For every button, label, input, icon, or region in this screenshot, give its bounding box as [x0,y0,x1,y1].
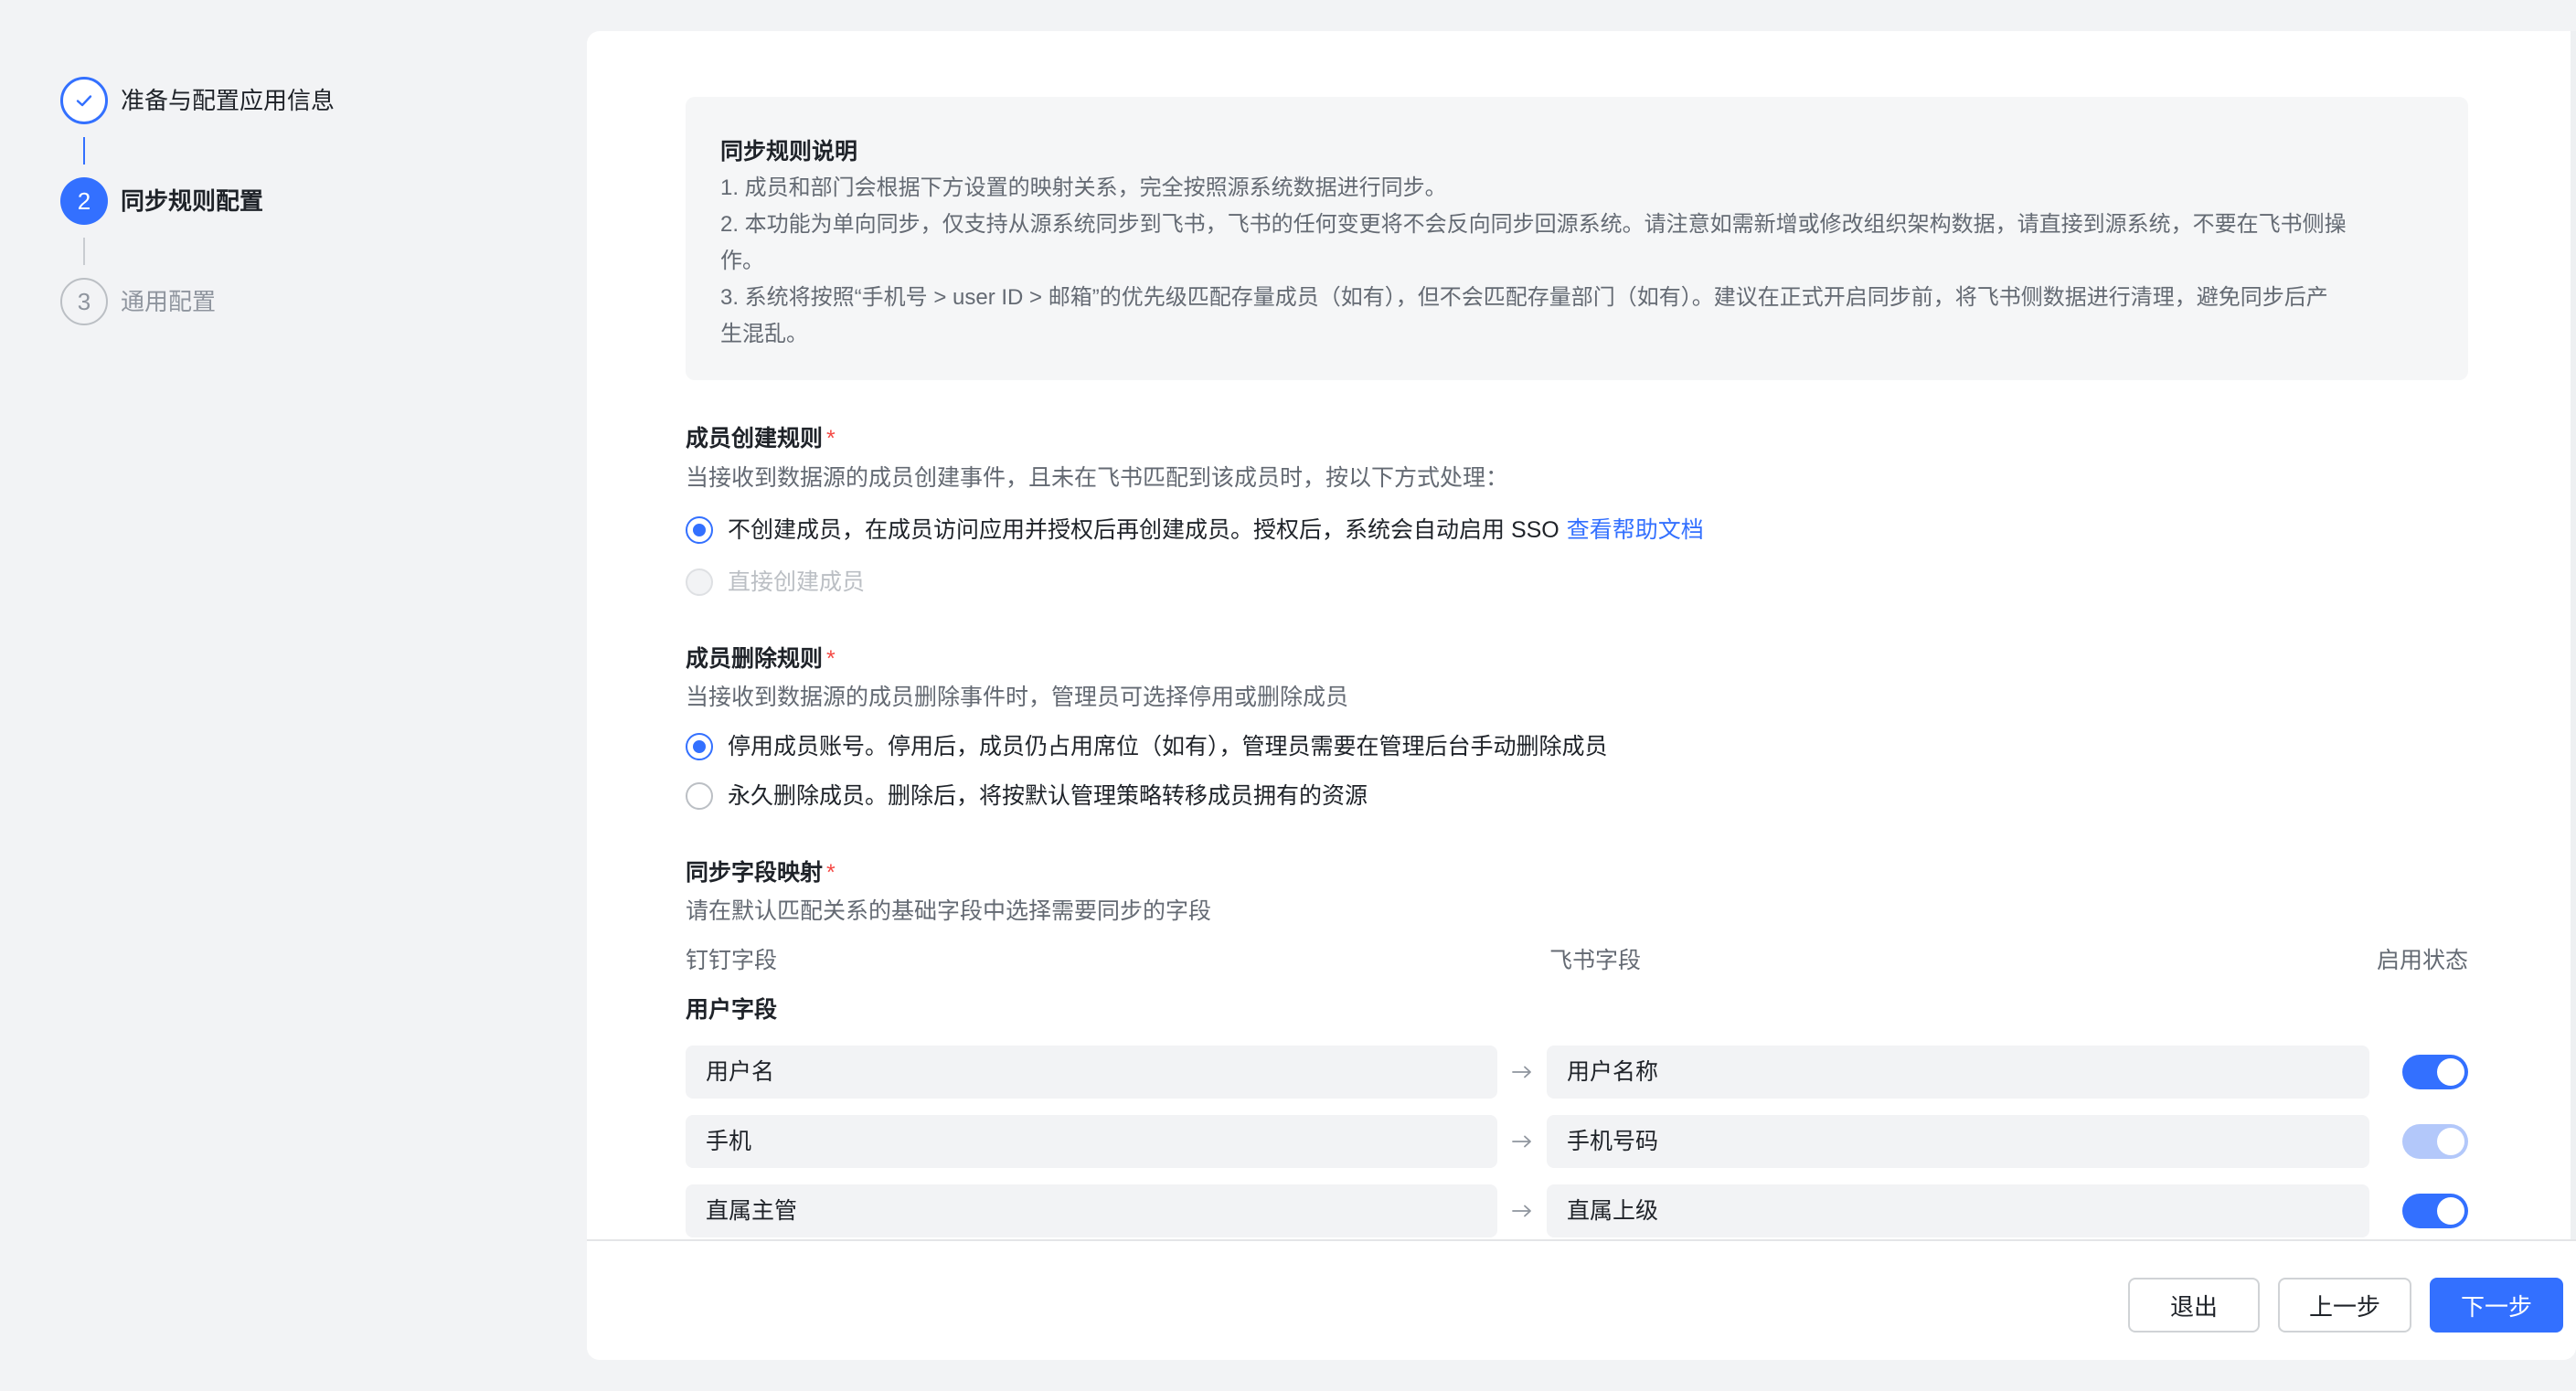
radio-label: 直接创建成员 [728,569,866,595]
column-header-status: 启用状态 [2376,948,2468,973]
delete-rule-title: 成员删除规则 * [686,641,836,677]
radio-option-direct-create: 直接创建成员 [686,564,865,600]
notice-line: 生混乱。 [720,322,808,346]
user-fields-group-title: 用户字段 [686,997,778,1023]
field-mapping-description: 请在默认匹配关系的基础字段中选择需要同步的字段 [686,898,1212,924]
target-field: 手机号码 [1547,1115,2369,1168]
delete-rule-description: 当接收到数据源的成员删除事件时，管理员可选择停用或删除成员 [686,685,1349,710]
enable-toggle-locked [2402,1124,2468,1159]
column-header-target: 飞书字段 [1549,948,1642,973]
check-icon [60,77,108,124]
exit-button[interactable]: 退出 [2128,1278,2260,1333]
notice-line: 3. 系统将按照“手机号 > user ID > 邮箱”的优先级匹配存量成员（如… [720,285,2328,310]
source-field: 直属主管 [686,1184,1497,1237]
scrollbar[interactable] [2571,31,2576,1239]
step-label: 准备与配置应用信息 [121,87,335,114]
mapping-row: 用户名 用户名称 [686,1046,2468,1099]
arrow-right-icon [1508,1115,1536,1168]
scroll-content[interactable]: 同步规则说明 1. 成员和部门会根据下方设置的映射关系，完全按照源系统数据进行同… [686,31,2468,1239]
required-mark: * [826,646,836,672]
footer-actions: 退出 上一步 下一步 [587,1239,2576,1360]
notice-line: 2. 本功能为单向同步，仅支持从源系统同步到飞书，飞书的任何变更将不会反向同步回… [720,212,2347,237]
step-connector [83,238,85,265]
section-title-text: 同步字段映射 [686,860,824,886]
source-field: 手机 [686,1115,1497,1168]
previous-step-button[interactable]: 上一步 [2278,1278,2411,1333]
step-label: 通用配置 [121,288,217,315]
notice-line: 1. 成员和部门会根据下方设置的映射关系，完全按照源系统数据进行同步。 [720,175,1447,200]
radio-label: 不创建成员，在成员访问应用并授权后再创建成员。授权后，系统会自动启用 SSO [728,517,1559,543]
target-field: 直属上级 [1547,1184,2369,1237]
section-title-text: 成员删除规则 [686,646,824,672]
step-number: 2 [60,177,108,225]
step-label: 同步规则配置 [121,187,264,215]
radio-disabled-icon [686,568,713,596]
enable-toggle[interactable] [2402,1194,2468,1228]
radio-label: 停用成员账号。停用后，成员仍占用席位（如有），管理员需要在管理后台手动删除成员 [728,734,1608,759]
step-connector [83,137,85,165]
radio-checked-icon[interactable] [686,733,713,760]
mapping-row: 直属主管 直属上级 [686,1184,2468,1237]
next-step-button[interactable]: 下一步 [2430,1278,2563,1333]
toggle-knob [2437,1197,2464,1225]
required-mark: * [826,426,836,451]
mapping-row: 手机 手机号码 [686,1115,2468,1168]
step-sync-rules[interactable]: 2 同步规则配置 [60,177,536,225]
help-doc-link[interactable]: 查看帮助文档 [1567,512,1704,548]
arrow-right-icon [1508,1046,1536,1099]
enable-toggle[interactable] [2402,1055,2468,1089]
create-rule-description: 当接收到数据源的成员创建事件，且未在飞书匹配到该成员时，按以下方式处理： [686,465,1509,491]
source-field: 用户名 [686,1046,1497,1099]
stepper: 准备与配置应用信息 2 同步规则配置 3 通用配置 [60,77,536,325]
notice-title: 同步规则说明 [720,139,858,165]
toggle-knob [2437,1058,2464,1086]
section-title-text: 成员创建规则 [686,426,824,451]
field-mapping-title: 同步字段映射 * [686,855,836,891]
radio-checked-icon[interactable] [686,516,713,544]
toggle-knob [2437,1128,2464,1155]
radio-option-deactivate[interactable]: 停用成员账号。停用后，成员仍占用席位（如有），管理员需要在管理后台手动删除成员 [686,728,1608,765]
step-prepare-app-info[interactable]: 准备与配置应用信息 [60,77,536,124]
sync-rules-notice: 同步规则说明 1. 成员和部门会根据下方设置的映射关系，完全按照源系统数据进行同… [686,97,2468,380]
arrow-right-icon [1508,1184,1536,1237]
app-frame: 准备与配置应用信息 2 同步规则配置 3 通用配置 同步规则说明 1. 成员和部… [0,0,2576,1391]
radio-option-delete[interactable]: 永久删除成员。删除后，将按默认管理策略转移成员拥有的资源 [686,778,1368,814]
radio-label: 永久删除成员。删除后，将按默认管理策略转移成员拥有的资源 [728,783,1368,809]
radio-unchecked-icon[interactable] [686,782,713,810]
step-number: 3 [60,278,108,325]
target-field: 用户名称 [1547,1046,2369,1099]
step-general-config[interactable]: 3 通用配置 [60,278,536,325]
create-rule-title: 成员创建规则 * [686,420,836,457]
column-header-source: 钉钉字段 [686,948,778,973]
required-mark: * [826,860,836,886]
main-card: 同步规则说明 1. 成员和部门会根据下方设置的映射关系，完全按照源系统数据进行同… [587,31,2576,1360]
radio-option-no-create[interactable]: 不创建成员，在成员访问应用并授权后再创建成员。授权后，系统会自动启用 SSO 查… [686,512,1704,548]
notice-line: 作。 [720,249,764,273]
